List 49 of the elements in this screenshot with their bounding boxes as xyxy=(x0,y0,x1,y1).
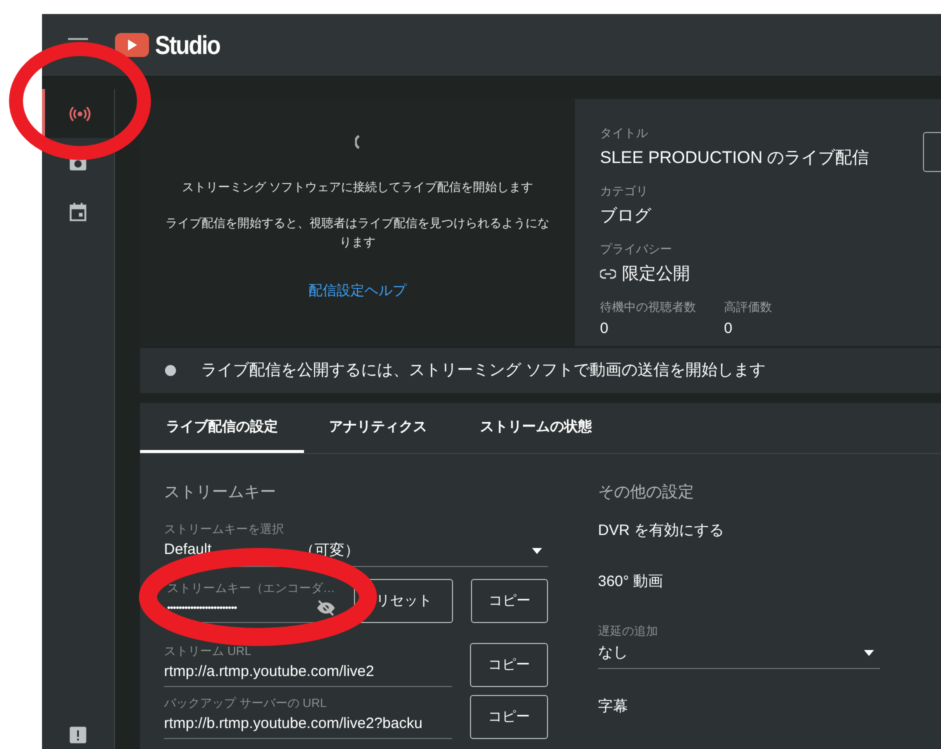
setting-label: 360° 動画 xyxy=(598,572,664,591)
copy-button[interactable]: コピー xyxy=(470,643,548,687)
field-label: バックアップ サーバーの URL xyxy=(164,695,328,712)
delay-select[interactable]: 遅延の追加 なし xyxy=(598,623,880,669)
field-label: ストリームキーを選択 xyxy=(164,521,285,538)
copy-button[interactable]: コピー xyxy=(471,579,548,623)
field-value: ブログ xyxy=(600,205,651,227)
stat-label: 待機中の視聴者数 xyxy=(600,299,697,316)
calendar-icon xyxy=(67,200,89,222)
connect-message: ストリーミング ソフトウェアに接続してライブ配信を開始します xyxy=(182,179,534,196)
status-message: ライブ配信を公開するには、ストリーミング ソフトで動画の送信を開始します xyxy=(201,360,766,381)
copy-button[interactable]: コピー xyxy=(470,695,548,739)
field-value: SLEE PRODUCTION のライブ配信 xyxy=(600,147,870,169)
status-dot-icon xyxy=(165,365,176,376)
dropdown-caret-icon xyxy=(864,650,874,656)
url-value: rtmp://b.rtmp.youtube.com/live2?backu xyxy=(164,715,422,732)
masked-key: •••••••••••••••••••••••• xyxy=(164,602,237,614)
setting-label: 字幕 xyxy=(598,697,629,716)
field-value: 限定公開 xyxy=(622,263,690,285)
url-field[interactable]: バックアップ サーバーの URL rtmp://b.rtmp.youtube.com/live2?backu xyxy=(164,695,452,739)
stat-value: 0 xyxy=(724,320,732,337)
tab[interactable]: アナリティクス xyxy=(304,403,456,453)
section-heading: その他の設定 xyxy=(598,482,695,503)
tab[interactable]: ストリームの状態 xyxy=(456,403,616,453)
help-link[interactable]: 配信設定ヘルプ xyxy=(308,282,406,300)
stream-key-field[interactable]: ストリームキー（エンコーダ… •••••••••••••••••••••••• xyxy=(164,580,336,623)
field-label: 遅延の追加 xyxy=(598,623,659,640)
stat-label: 高評価数 xyxy=(724,299,773,316)
select-value: なし xyxy=(598,643,628,662)
section-heading: ストリームキー xyxy=(164,483,277,503)
viewer-note: ライブ配信を開始すると、視聴者はライブ配信を見つけられるようになります xyxy=(166,215,550,252)
field-label: ストリームキー（エンコーダ… xyxy=(166,580,336,597)
sidebar-item[interactable] xyxy=(42,89,114,138)
field-label: カテゴリ xyxy=(600,183,649,200)
select-value: Default xyxy=(164,541,212,560)
field-label: プライバシー xyxy=(600,241,673,258)
dropdown-caret-icon xyxy=(532,548,542,554)
reset-button[interactable]: リセット xyxy=(354,579,454,623)
field-label: ストリーム URL xyxy=(164,643,252,660)
logo-text: Studio xyxy=(155,30,220,60)
stat-value: 0 xyxy=(600,320,608,337)
url-field[interactable]: ストリーム URL rtmp://a.rtmp.youtube.com/live2 xyxy=(164,643,452,687)
loading-spinner-icon xyxy=(354,135,360,149)
setting-label: DVR を有効にする xyxy=(598,521,725,540)
eye-slash-icon[interactable] xyxy=(316,600,336,616)
link-icon xyxy=(600,268,616,278)
url-value: rtmp://a.rtmp.youtube.com/live2 xyxy=(164,663,374,680)
play-logo-icon xyxy=(115,33,149,57)
field-label: タイトル xyxy=(600,125,649,142)
